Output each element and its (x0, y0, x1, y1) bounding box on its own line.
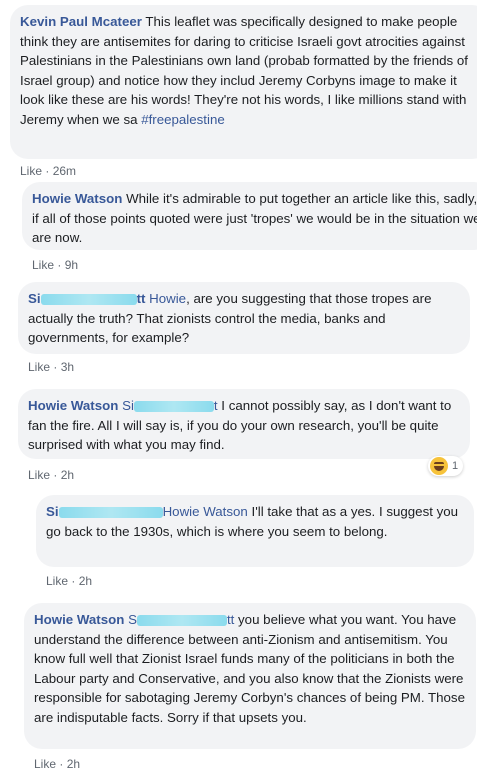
comment-author[interactable]: Howie Watson (32, 191, 122, 206)
meta-separator: · (54, 258, 65, 272)
redaction-mark (58, 506, 163, 518)
reaction-badge[interactable]: 1 (428, 456, 464, 476)
meta-separator: · (50, 468, 61, 482)
meta-separator: · (42, 164, 53, 178)
like-button[interactable]: Like (34, 757, 56, 771)
redaction-mark (40, 293, 137, 305)
comment-text: This leaflet was specifically designed t… (20, 14, 468, 127)
timestamp[interactable]: 2h (79, 574, 92, 588)
timestamp[interactable]: 2h (67, 757, 80, 771)
timestamp[interactable]: 26m (53, 164, 76, 178)
comment-meta-6: Like · 2h (34, 757, 80, 771)
mention-link[interactable]: Howie Watson (163, 504, 248, 519)
comment-author[interactable]: Howie Watson (28, 398, 118, 413)
comment-bubble-4: Howie Watson Si t I cannot possibly say, … (18, 389, 470, 459)
like-button[interactable]: Like (28, 468, 50, 482)
comment-meta-1: Like · 26m (20, 164, 76, 178)
comment-meta-2: Like · 9h (32, 258, 78, 272)
comment-meta-5: Like · 2h (46, 574, 92, 588)
mention-link[interactable]: Si t (118, 398, 218, 413)
like-button[interactable]: Like (46, 574, 68, 588)
timestamp[interactable]: 2h (61, 468, 74, 482)
mention-link[interactable]: Howie (145, 291, 186, 306)
redaction-mark (136, 614, 227, 626)
mention-link[interactable]: Stt (124, 612, 234, 627)
like-button[interactable]: Like (32, 258, 54, 272)
meta-separator: · (56, 757, 67, 771)
comment-author[interactable]: Si (46, 504, 163, 519)
comment-bubble-3: Si tt Howie, are you suggesting that thos… (18, 282, 470, 354)
timestamp[interactable]: 9h (65, 258, 78, 272)
comment-bubble-6: Howie Watson Stt you believe what you wa… (24, 603, 476, 749)
timestamp[interactable]: 3h (61, 360, 74, 374)
redaction-mark (133, 400, 214, 412)
meta-separator: · (50, 360, 61, 374)
comment-author[interactable]: Howie Watson (34, 612, 124, 627)
comment-bubble-5: Si Howie Watson I'll take that as a yes. … (36, 495, 474, 567)
hashtag-link[interactable]: #freepalestine (141, 112, 225, 127)
like-button[interactable]: Like (20, 164, 42, 178)
comment-bubble-1: Kevin Paul Mcateer This leaflet was spec… (10, 5, 477, 159)
meta-separator: · (68, 574, 79, 588)
like-button[interactable]: Like (28, 360, 50, 374)
haha-reaction-icon (430, 457, 448, 475)
comment-author[interactable]: Si tt (28, 291, 145, 306)
reaction-count: 1 (452, 460, 459, 472)
comment-author[interactable]: Kevin Paul Mcateer (20, 14, 142, 29)
comment-meta-3: Like · 3h (28, 360, 74, 374)
comment-meta-4: Like · 2h (28, 468, 74, 482)
comment-bubble-2: Howie Watson While it's admirable to put… (22, 182, 477, 250)
comment-text: you believe what you want. You have unde… (34, 612, 465, 725)
